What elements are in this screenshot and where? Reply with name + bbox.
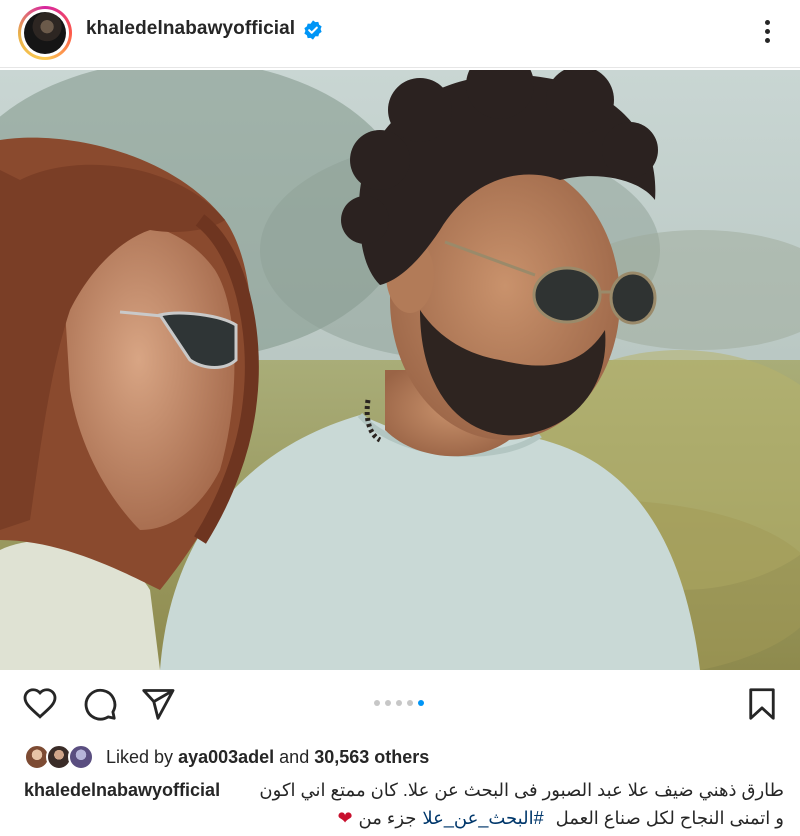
red-heart-icon: ❤	[337, 808, 353, 828]
bookmark-icon[interactable]	[744, 686, 780, 722]
likes-prefix: Liked by	[106, 746, 174, 767]
carousel-dot	[407, 700, 413, 706]
likes-row[interactable]: Liked by aya003adel and 30,563 others	[24, 742, 429, 772]
post-header: khaledelnabawyofficial	[0, 0, 800, 68]
likes-count[interactable]: 30,563 others	[314, 747, 429, 767]
caption-line-2: و اتمنى النجاح لكل صناع العمل #البحث_عن_…	[24, 804, 784, 832]
caption-line-1: طارق ذهني ضيف علا عبد الصبور فى البحث عن…	[259, 780, 784, 800]
caption-text-prefix: جزء من	[358, 808, 417, 828]
heart-icon[interactable]	[22, 686, 58, 722]
carousel-dot-active	[418, 700, 424, 706]
likes-conjunction: and	[279, 746, 310, 767]
carousel-indicator	[374, 700, 424, 706]
profile-avatar[interactable]	[18, 6, 72, 60]
liker-username[interactable]: aya003adel	[178, 747, 274, 767]
post-photo[interactable]	[0, 70, 800, 670]
more-options-icon[interactable]	[756, 14, 778, 48]
post-caption: khaledelnabawyofficial طارق ذهني ضيف علا…	[24, 776, 784, 832]
caption-text-start: و اتمنى النجاح لكل صناع العمل	[555, 808, 784, 828]
liker-avatars	[24, 744, 98, 770]
verified-badge-icon	[304, 20, 322, 40]
comment-icon[interactable]	[82, 686, 118, 722]
caption-hashtag[interactable]: #البحث_عن_علا	[422, 804, 543, 832]
post-photo-image	[0, 70, 800, 670]
carousel-dot	[374, 700, 380, 706]
likes-text: Liked by aya003adel and 30,563 others	[106, 747, 429, 768]
carousel-dot	[396, 700, 402, 706]
liker-avatar	[68, 744, 94, 770]
caption-username[interactable]: khaledelnabawyofficial	[24, 776, 220, 804]
carousel-dot	[385, 700, 391, 706]
paper-plane-icon[interactable]	[140, 686, 176, 722]
post-username[interactable]: khaledelnabawyofficial	[86, 18, 295, 40]
